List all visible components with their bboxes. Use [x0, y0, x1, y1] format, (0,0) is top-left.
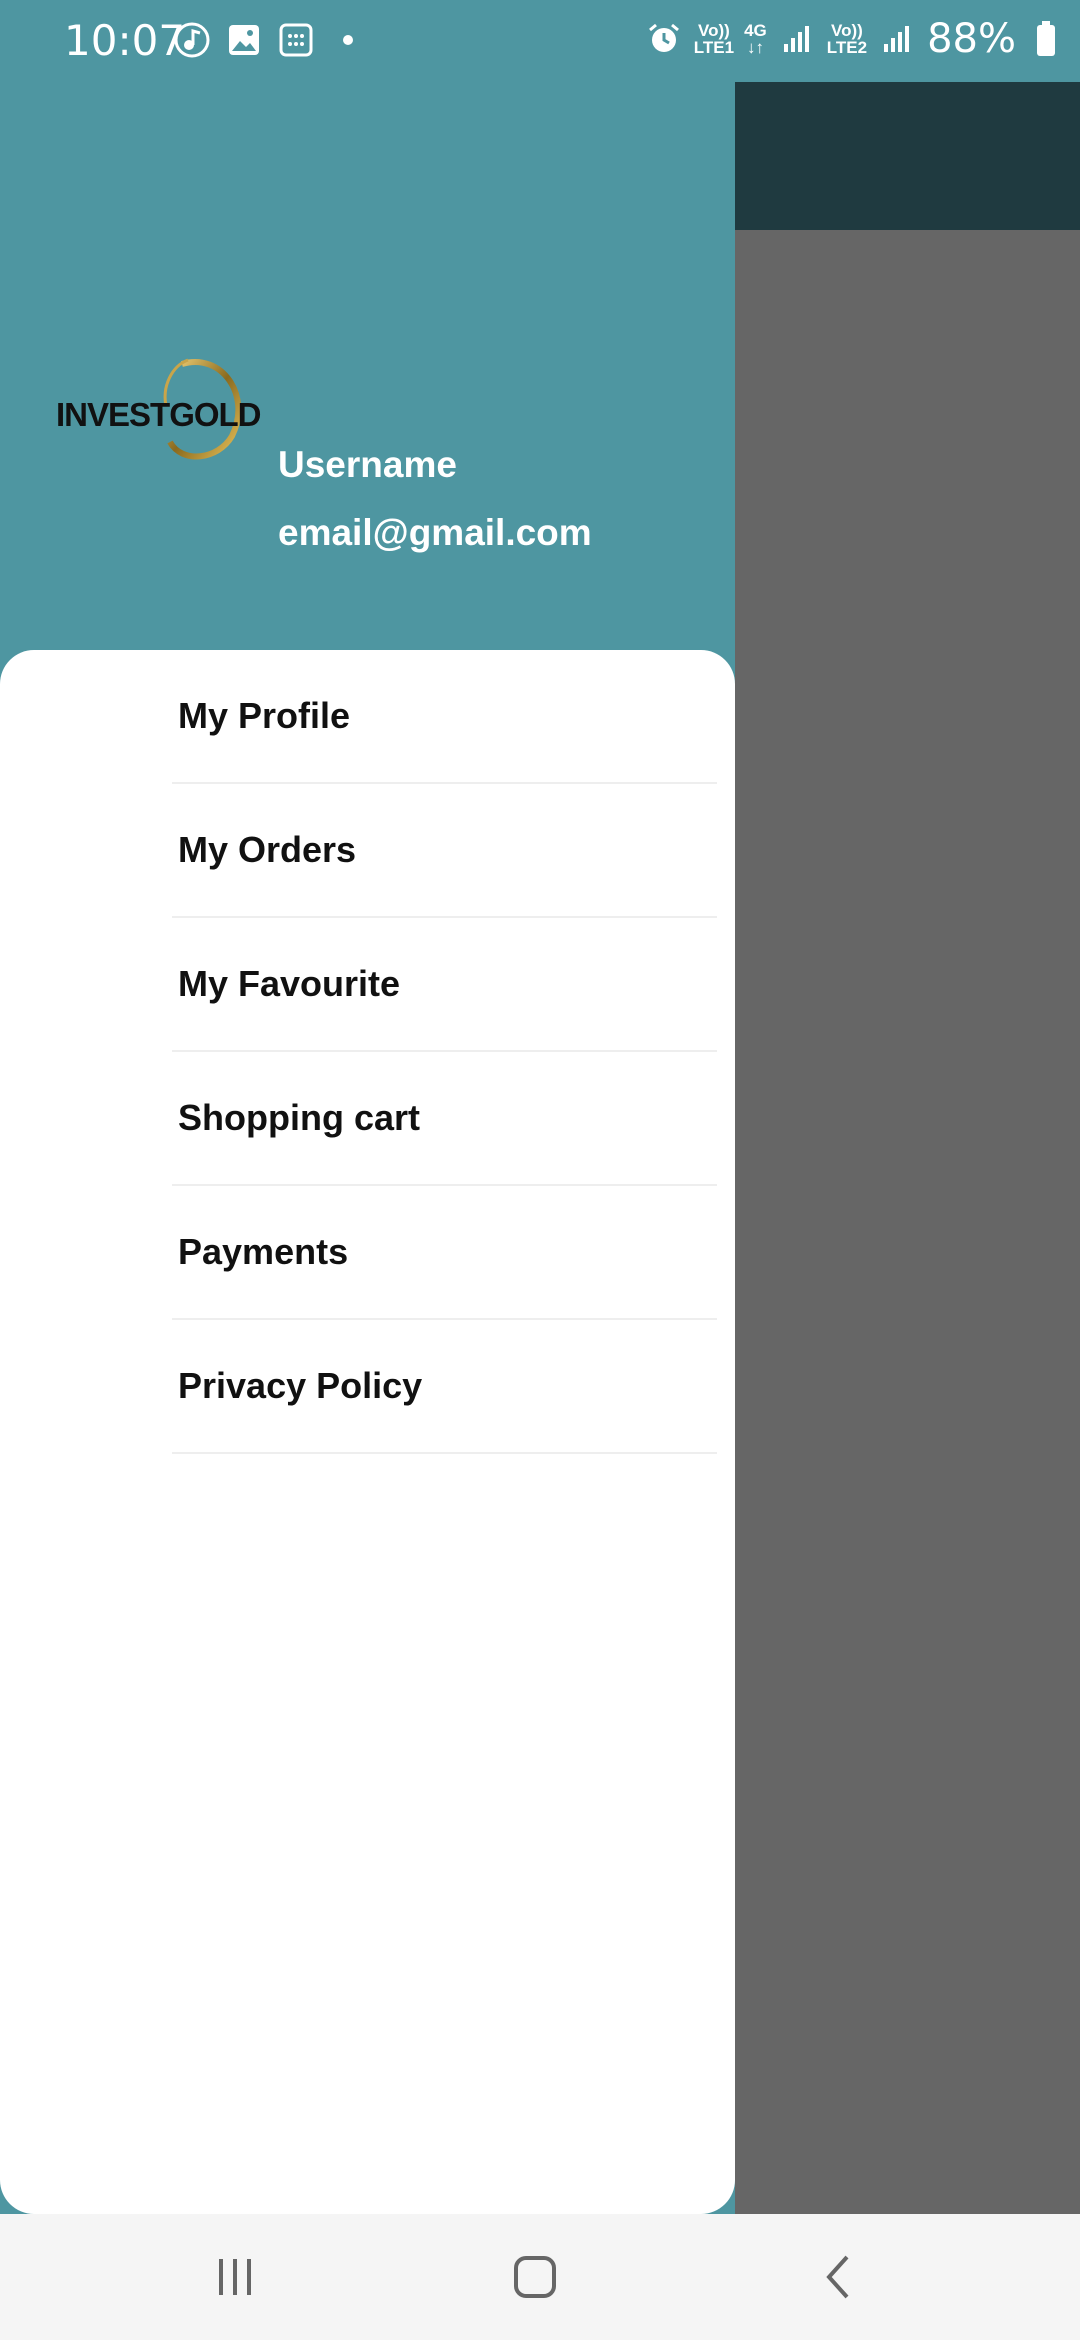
status-time: 10:07	[64, 16, 186, 65]
back-button[interactable]	[804, 2244, 874, 2310]
investgold-logo: INVESTGOLD	[52, 356, 262, 468]
battery-percent: 88%	[927, 16, 1016, 62]
menu-item-label: My Orders	[178, 829, 357, 870]
battery-icon	[1026, 19, 1066, 59]
recent-apps-button[interactable]	[200, 2244, 270, 2310]
signal-icon	[877, 19, 917, 59]
menu-item-label: My Favourite	[178, 963, 401, 1004]
gallery-notification-icon	[224, 20, 264, 60]
signal-icon	[777, 19, 817, 59]
recent-apps-icon	[219, 2259, 251, 2295]
alarm-icon	[644, 19, 684, 59]
home-button[interactable]	[500, 2244, 570, 2310]
home-icon	[514, 2256, 556, 2298]
menu-item-label: Shopping cart	[178, 1097, 420, 1138]
status-bar: 10:07 Vo)) LTE1 4G ↓↑ Vo)) LTE2 88%	[0, 0, 1080, 82]
navigation-drawer: INVESTGOLD Username email@gmail.com My P…	[0, 82, 735, 2214]
menu-item-payments[interactable]: Payments	[172, 1186, 717, 1320]
sim1-label: Vo)) LTE1	[693, 21, 735, 57]
menu-item-label: Payments	[178, 1231, 349, 1272]
back-icon	[826, 2255, 849, 2299]
drawer-menu-list: My Profile My Orders My Favourite Shoppi…	[172, 650, 717, 1454]
menu-item-label: Privacy Policy	[178, 1365, 423, 1406]
drawer-username: Username	[278, 444, 457, 485]
network-type-label: 4G ↓↑	[744, 21, 767, 57]
drawer-menu-card: My Profile My Orders My Favourite Shoppi…	[0, 650, 735, 2214]
notification-icons	[172, 20, 368, 60]
menu-item-my-profile[interactable]: My Profile	[172, 650, 717, 784]
menu-item-my-orders[interactable]: My Orders	[172, 784, 717, 918]
logo-text: INVESTGOLD	[56, 396, 262, 433]
menu-item-label: My Profile	[178, 695, 351, 736]
menu-item-shopping-cart[interactable]: Shopping cart	[172, 1052, 717, 1186]
sim2-label: Vo)) LTE2	[826, 21, 868, 57]
drawer-header: INVESTGOLD Username email@gmail.com	[0, 82, 735, 652]
calculator-notification-icon	[276, 20, 316, 60]
drawer-email: email@gmail.com	[278, 512, 592, 553]
system-status-icons: Vo)) LTE1 4G ↓↑ Vo)) LTE2 88%	[644, 16, 1066, 62]
dot-icon	[328, 20, 368, 60]
menu-item-privacy-policy[interactable]: Privacy Policy	[172, 1320, 717, 1454]
menu-item-my-favourite[interactable]: My Favourite	[172, 918, 717, 1052]
system-navigation-bar	[0, 2214, 1080, 2340]
music-notification-icon	[172, 20, 212, 60]
